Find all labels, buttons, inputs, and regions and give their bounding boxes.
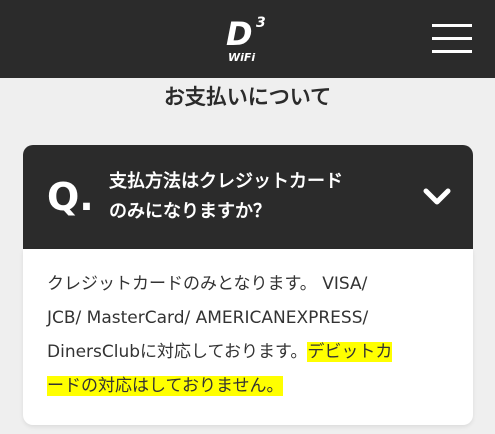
site-header: D 3 WiFi	[0, 0, 495, 78]
logo-superscript: 3	[256, 15, 266, 31]
answer-line: クレジットカードのみとなります。 VISA/	[47, 274, 368, 294]
question-mark-label: Q.	[47, 175, 94, 219]
menu-bar	[432, 37, 472, 40]
menu-bar	[432, 50, 472, 53]
faq-question-header[interactable]: Q. 支払方法はクレジットカード のみになりますか？	[23, 145, 473, 249]
logo-subtext: WiFi	[228, 51, 256, 64]
answer-text-plain: DinersClubに対応しております。	[47, 342, 308, 362]
question-line: 支払方法はクレジットカード	[109, 171, 343, 192]
answer-highlight: デビットカ	[307, 342, 393, 362]
answer-line: JCB/ MasterCard/ AMERICANEXPRESS/	[47, 308, 369, 328]
answer-line: DinersClubに対応しております。デビットカ	[47, 335, 459, 369]
question-text: 支払方法はクレジットカード のみになりますか？	[109, 167, 409, 227]
answer-text: クレジットカードのみとなります。 VISA/ JCB/ MasterCard/ …	[47, 267, 459, 403]
faq-answer: クレジットカードのみとなります。 VISA/ JCB/ MasterCard/ …	[23, 249, 473, 425]
logo-letter: D	[226, 15, 253, 53]
answer-highlight: ードの対応はしておりません。	[47, 376, 284, 396]
menu-bar	[432, 24, 472, 27]
faq-item: Q. 支払方法はクレジットカード のみになりますか？ クレジットカードのみとなり…	[23, 145, 473, 425]
answer-line: ードの対応はしておりません。	[47, 369, 459, 403]
chevron-down-icon[interactable]	[423, 187, 451, 207]
question-line: のみになりますか？	[109, 201, 271, 222]
page-title: お支払いについて	[163, 85, 332, 109]
hamburger-menu-icon[interactable]	[432, 22, 472, 56]
d3-wifi-logo[interactable]: D 3 WiFi	[226, 16, 274, 64]
